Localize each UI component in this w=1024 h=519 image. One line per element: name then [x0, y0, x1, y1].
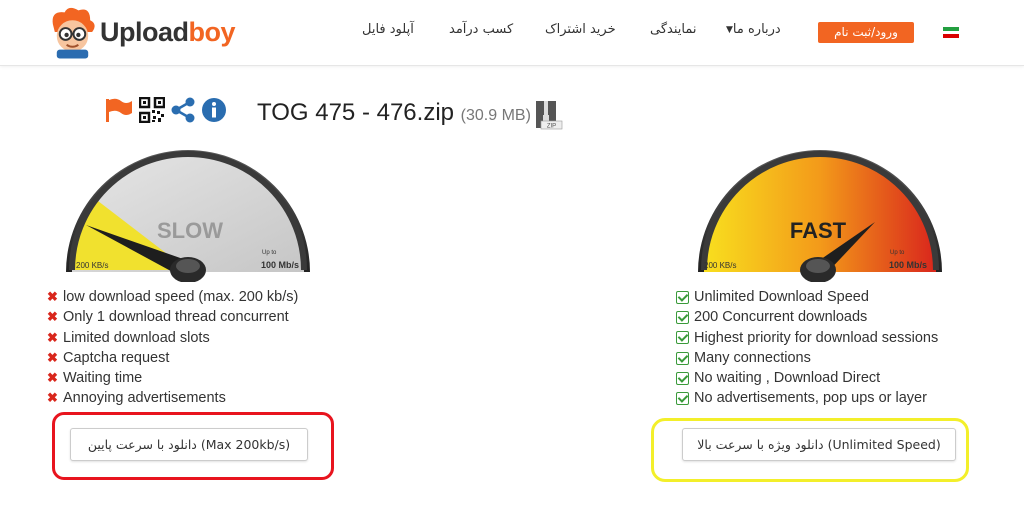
feature-text: No waiting , Download Direct	[694, 370, 881, 387]
list-item: ✖ Waiting time	[47, 368, 298, 388]
file-name: TOG 475 - 476.zip	[257, 99, 454, 126]
feature-text: Annoying advertisements	[63, 390, 226, 407]
share-icon[interactable]	[170, 97, 196, 127]
zip-file-icon: ZIP	[535, 100, 563, 130]
list-item: 200 Concurrent downloads	[676, 307, 938, 327]
slow-gauge-upto-label: Up to	[262, 250, 277, 256]
check-square-icon	[676, 290, 689, 304]
feature-text: Waiting time	[63, 370, 143, 387]
iran-flag-icon[interactable]	[943, 27, 959, 38]
uploadboy-logo[interactable]: Uploadboy	[45, 4, 235, 60]
cross-icon: ✖	[47, 309, 58, 325]
check-square-icon	[676, 331, 689, 345]
list-item: Highest priority for download sessions	[676, 328, 938, 348]
slow-gauge-min-label: 200 KB/s	[76, 261, 108, 270]
fast-speed-gauge: FAST 200 KB/s Up to 100 Mb/s	[698, 150, 942, 282]
nav-upload-file[interactable]: آپلود فایل	[362, 22, 414, 44]
file-title: TOG 475 - 476.zip (30.9 MB)	[257, 99, 531, 127]
slow-features-list: ✖ low download speed (max. 200 kb/s) ✖ Onl…	[47, 287, 298, 409]
qr-code-icon[interactable]	[138, 96, 166, 127]
nav-earn-money[interactable]: کسب درآمد	[449, 22, 513, 44]
fast-gauge-max-label: 100 Mb/s	[889, 260, 927, 270]
premium-download-button[interactable]: دانلود ویژه با سرعت بالا (Unlimited Spee…	[682, 428, 956, 461]
logo-text-boy: boy	[188, 16, 235, 47]
list-item: Unlimited Download Speed	[676, 287, 938, 307]
fast-gauge-upto-label: Up to	[890, 250, 905, 256]
file-size: (30.9 MB)	[460, 107, 531, 124]
feature-text: Limited download slots	[63, 329, 210, 346]
list-item: ✖ Annoying advertisements	[47, 388, 298, 408]
feature-text: Many connections	[694, 349, 811, 366]
fast-gauge-label: FAST	[790, 218, 847, 243]
list-item: ✖ Limited download slots	[47, 328, 298, 348]
login-register-button[interactable]: ورود/ثبت نام	[818, 22, 914, 43]
feature-text: Unlimited Download Speed	[694, 289, 869, 305]
cross-icon: ✖	[47, 390, 58, 406]
cross-icon: ✖	[47, 349, 58, 365]
file-action-icons	[104, 96, 227, 127]
nav-agency[interactable]: نمایندگی	[650, 22, 696, 44]
fast-features-list: Unlimited Download Speed 200 Concurrent …	[676, 287, 938, 409]
list-item: ✖ low download speed (max. 200 kb/s)	[47, 287, 298, 307]
flag-icon[interactable]	[104, 97, 134, 127]
check-square-icon	[676, 392, 689, 406]
list-item: Many connections	[676, 348, 938, 368]
list-item: No waiting , Download Direct	[676, 368, 938, 388]
check-square-icon	[676, 371, 689, 385]
nav-buy-subscription[interactable]: خرید اشتراک	[545, 22, 616, 44]
fast-gauge-min-label: 200 KB/s	[704, 261, 736, 270]
feature-text: 200 Concurrent downloads	[694, 309, 868, 326]
nav-about-dropdown[interactable]: ▼درباره ما	[726, 22, 781, 44]
list-item: ✖ Captcha request	[47, 348, 298, 368]
slow-download-button[interactable]: دانلود با سرعت پایین (Max 200kb/s)	[70, 428, 308, 461]
boy-mascot-icon	[52, 7, 95, 59]
nav-about-label: درباره ما	[732, 22, 781, 37]
slow-gauge-label: SLOW	[157, 218, 223, 243]
list-item: No advertisements, pop ups or layer	[676, 388, 938, 408]
slow-gauge-max-label: 100 Mb/s	[261, 260, 299, 270]
feature-text: Captcha request	[63, 349, 170, 366]
logo-text-upload: Upload	[99, 16, 189, 47]
top-navbar: Uploadboy آپلود فایل کسب درآمد خرید اشتر…	[0, 0, 1024, 66]
list-item: ✖ Only 1 download thread concurrent	[47, 307, 298, 327]
cross-icon: ✖	[47, 329, 58, 345]
logo-wordmark: Uploadboy	[99, 16, 236, 48]
zip-label: ZIP	[547, 124, 556, 130]
slow-speed-gauge: SLOW 200 KB/s Up to 100 Mb/s	[66, 150, 310, 282]
feature-text: Highest priority for download sessions	[694, 329, 939, 346]
check-square-icon	[676, 351, 689, 365]
cross-icon: ✖	[47, 370, 58, 386]
check-square-icon	[676, 310, 689, 324]
info-icon[interactable]	[201, 97, 227, 127]
feature-text: low download speed (max. 200 kb/s)	[63, 289, 299, 305]
caret-down-icon: ▼	[726, 25, 733, 35]
feature-text: No advertisements, pop ups or layer	[694, 390, 927, 407]
feature-text: Only 1 download thread concurrent	[63, 309, 289, 326]
cross-icon: ✖	[47, 289, 58, 304]
